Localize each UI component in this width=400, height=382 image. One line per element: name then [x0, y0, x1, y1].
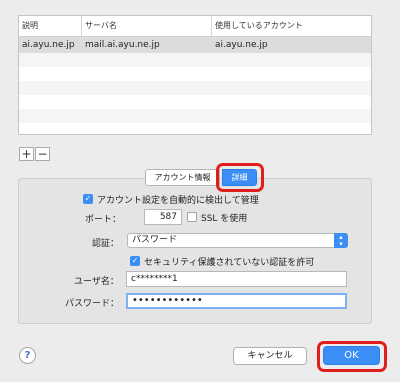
password-label: パスワード： [65, 299, 120, 309]
column-header-account[interactable]: 使用しているアカウント [212, 16, 372, 36]
ssl-checkbox[interactable] [187, 212, 197, 222]
help-button[interactable]: ? [19, 347, 36, 364]
table-row-empty [19, 53, 371, 67]
remove-account-button[interactable]: − [35, 147, 50, 161]
auto-detect-label: アカウント設定を自動的に検出して管理 [97, 196, 259, 206]
row-server: mail.ai.ayu.ne.jp [85, 40, 160, 50]
updown-chevron-icon: ▴ ▾ [334, 233, 348, 248]
port-label: ポート： [85, 215, 122, 225]
row-description: ai.ayu.ne.jp [22, 40, 75, 50]
table-row-empty [19, 109, 371, 123]
cancel-button[interactable]: キャンセル [233, 347, 307, 365]
column-header-description[interactable]: 説明 [19, 16, 82, 36]
table-row[interactable]: ai.ayu.ne.jp mail.ai.ayu.ne.jp ai.ayu.ne… [19, 37, 371, 53]
tab-account-info[interactable]: アカウント情報 [145, 169, 220, 186]
auto-detect-checkbox[interactable]: ✓ [83, 194, 93, 204]
add-account-button[interactable]: + [19, 147, 34, 161]
allow-insecure-auth-checkbox[interactable]: ✓ [130, 256, 140, 266]
allow-insecure-auth-label: セキュリティ保護されていない認証を許可 [144, 258, 315, 268]
table-row-empty [19, 81, 371, 95]
username-field[interactable]: c********1 [126, 271, 347, 287]
table-header: 説明 サーバ名 使用しているアカウント [19, 16, 371, 37]
account-table: 説明 サーバ名 使用しているアカウント ai.ayu.ne.jp mail.ai… [18, 15, 372, 135]
username-label: ユーザ名： [74, 277, 119, 287]
highlight-outline-detail [216, 163, 264, 192]
row-account: ai.ayu.ne.jp [215, 40, 268, 50]
password-field[interactable]: •••••••••••• [126, 293, 347, 309]
auth-select[interactable]: パスワード ▴ ▾ [127, 233, 348, 248]
port-field[interactable]: 587 [144, 209, 182, 225]
column-header-server[interactable]: サーバ名 [82, 16, 212, 36]
highlight-outline-ok [317, 341, 387, 372]
auth-label: 認証： [92, 239, 120, 249]
ssl-label: SSL を使用 [201, 214, 248, 224]
auth-select-value: パスワード [132, 235, 178, 245]
